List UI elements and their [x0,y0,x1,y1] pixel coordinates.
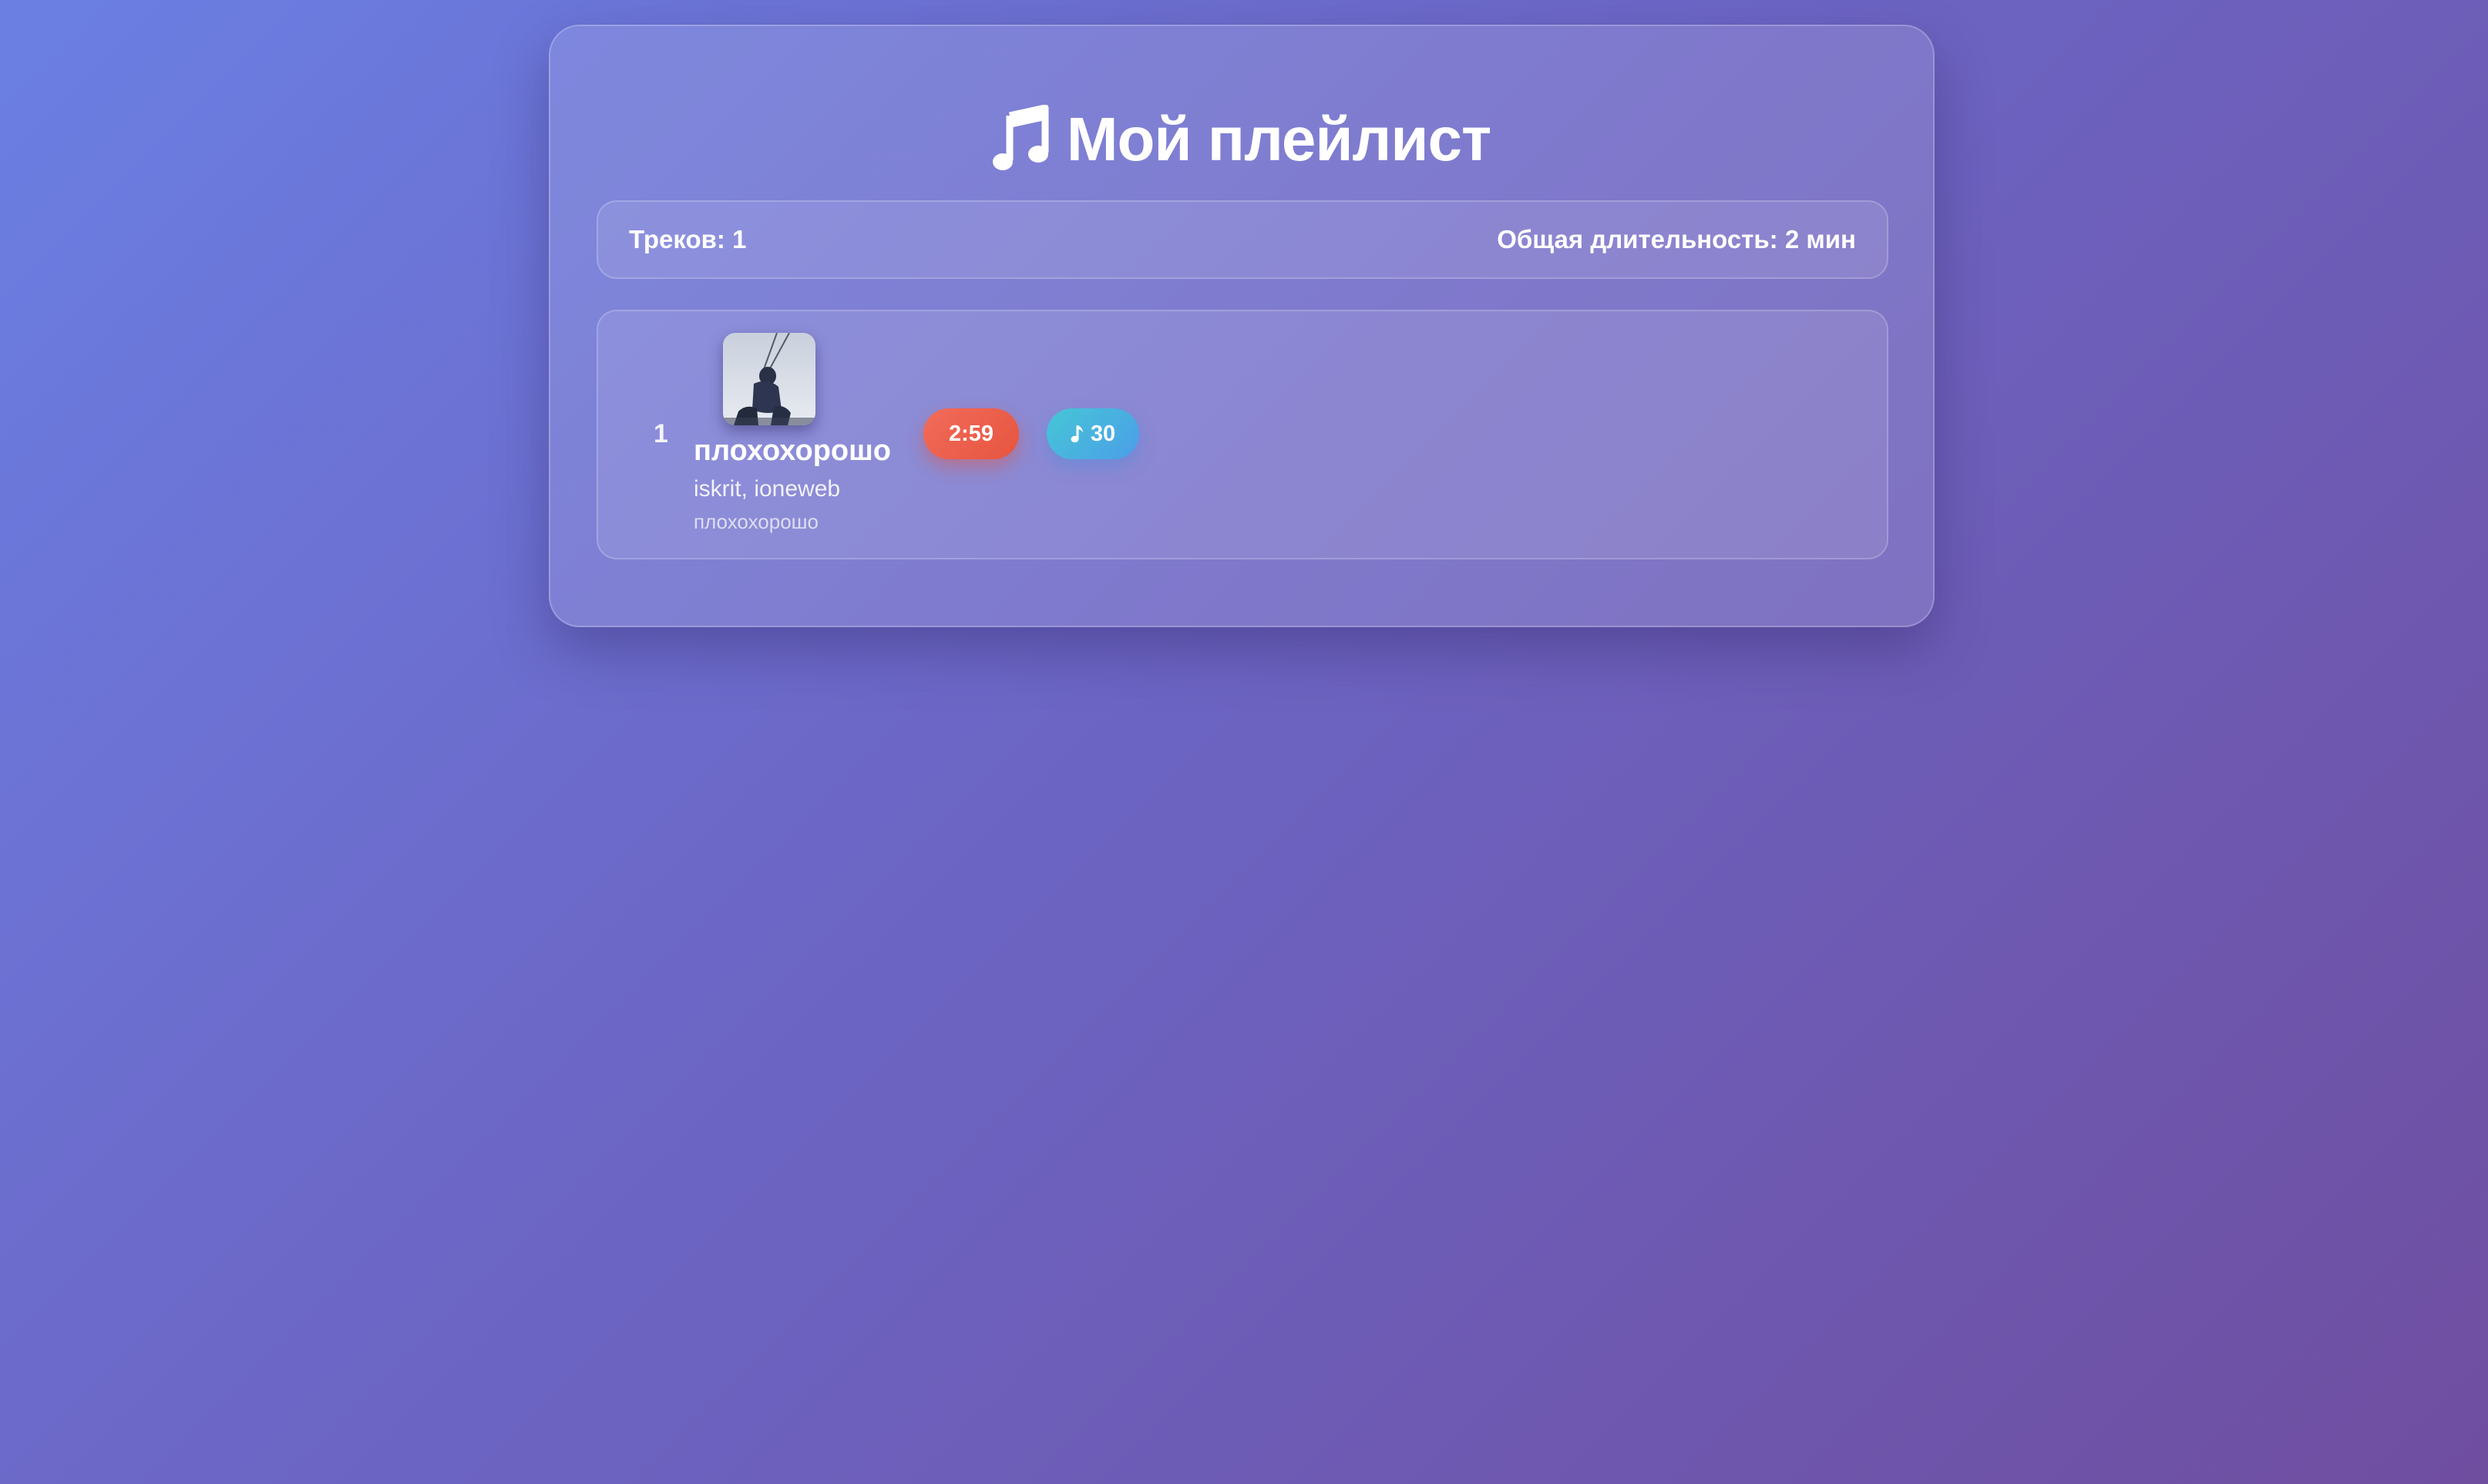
tracks-count: Треков: 1 [629,225,747,253]
track-number: 1 [654,419,668,448]
music-note-icon [992,105,1049,170]
playlist-title: Мой плейлист [1066,105,1491,173]
track-list-item[interactable]: 1 плохохорошо iskrit, ioneweb плохохорош… [597,310,1888,559]
popularity-badge: 30 [1047,408,1139,459]
track-artists: iskrit, ioneweb [694,476,841,502]
page-title: Мой плейлист [550,97,1933,182]
page: { "playlist": { "title": "Мой плейлист",… [0,0,2488,1484]
total-duration: Общая длительность: 2 мин [1497,225,1856,253]
track-title: плохохорошо [694,435,892,467]
popularity-value: 30 [1090,421,1116,446]
music-note-icon [1071,425,1083,443]
playlist-stats: Треков: 1 Общая длительность: 2 мин [597,200,1888,279]
duration-value: 2:59 [948,421,994,446]
album-cover-image [723,333,815,425]
playlist-card: Мой плейлист Треков: 1 Общая длительност… [549,25,1935,627]
duration-badge: 2:59 [923,408,1019,459]
track-album: плохохорошо [694,510,819,533]
